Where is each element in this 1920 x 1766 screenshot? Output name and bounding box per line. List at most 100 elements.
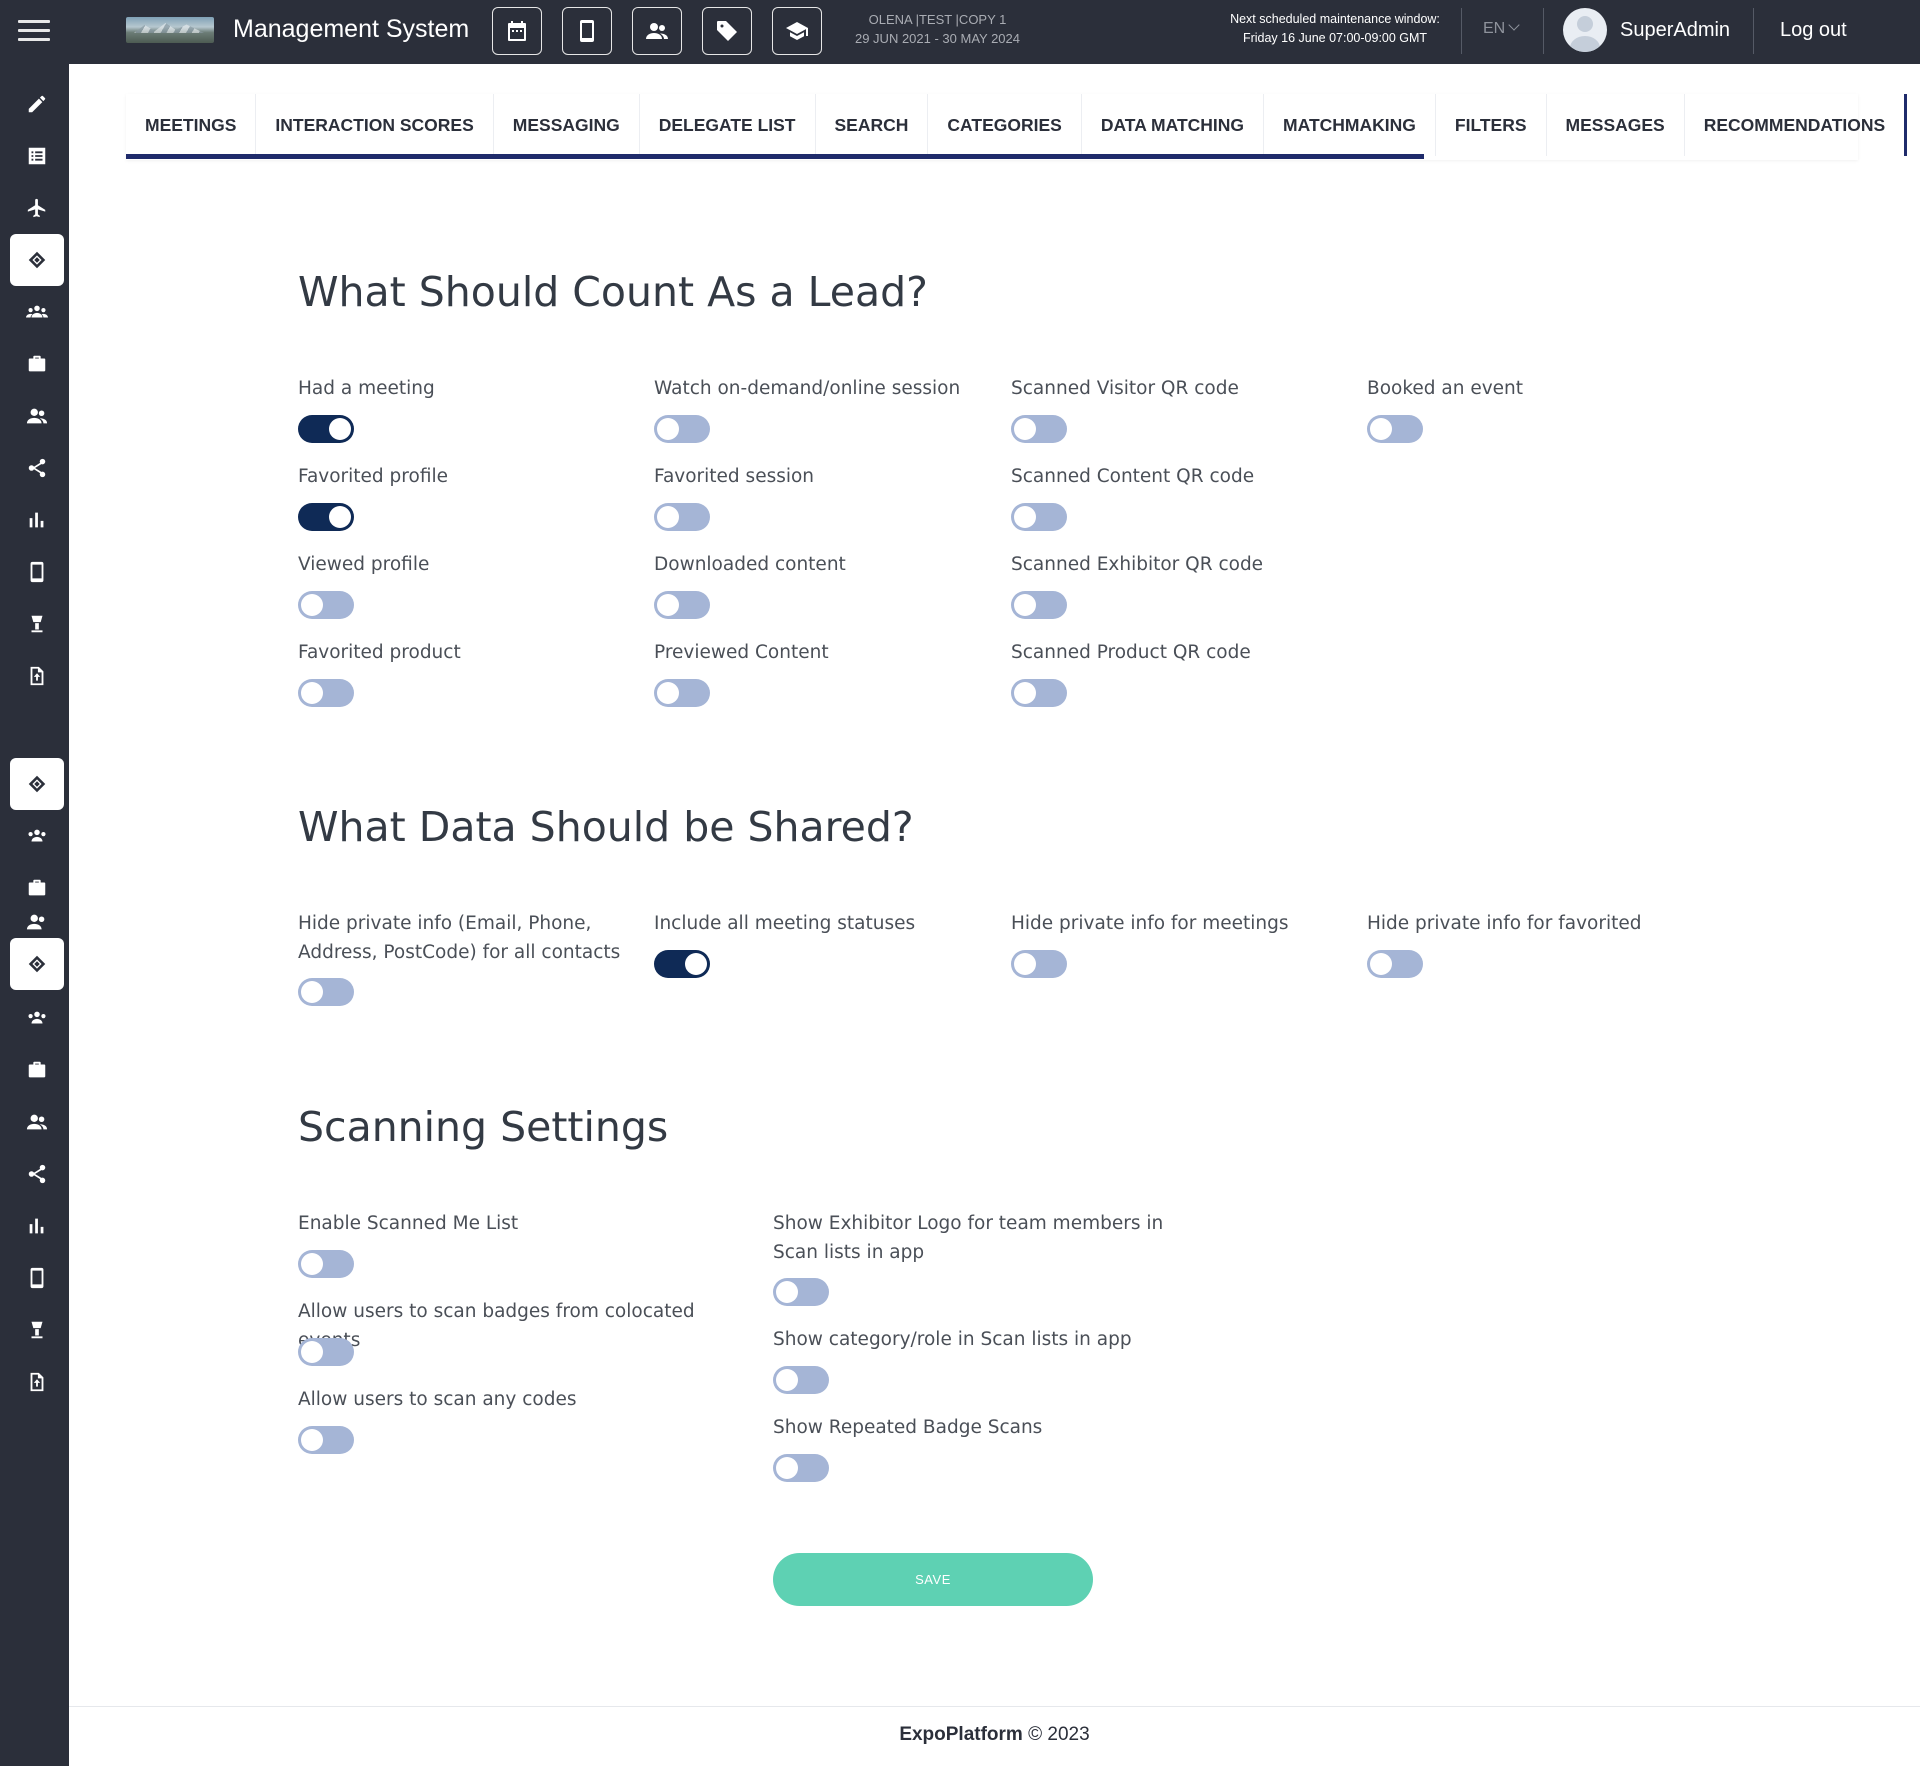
sidebar-item-exhibitors-3[interactable] [10, 1044, 64, 1096]
event-logo[interactable] [126, 17, 214, 43]
toggle-hide-private-all[interactable] [298, 978, 354, 1006]
toggle-knob [1014, 953, 1036, 975]
footer-copyright: © 2023 [1028, 1724, 1090, 1745]
calendar-button[interactable] [492, 7, 542, 55]
sidebar-item-stand[interactable] [10, 598, 64, 650]
sidebar-item-share-2[interactable] [10, 1148, 64, 1200]
toggle-knob [776, 1457, 798, 1479]
save-button[interactable]: SAVE [773, 1553, 1093, 1606]
sidebar-item-analytics[interactable] [10, 494, 64, 546]
sidebar-item-people[interactable] [10, 390, 64, 442]
toggle-include-meeting-statuses[interactable] [654, 950, 710, 978]
tags-button[interactable] [702, 7, 752, 55]
toggle-favorited-product[interactable] [298, 679, 354, 707]
username[interactable]: SuperAdmin [1620, 19, 1730, 42]
sidebar-item-people-3[interactable] [10, 1096, 64, 1148]
option-label: Scanned Visitor QR code [1011, 378, 1239, 399]
divider [1543, 8, 1544, 54]
toggle-enable-scanned-me[interactable] [298, 1250, 354, 1278]
sidebar-item-list[interactable] [10, 130, 64, 182]
education-button[interactable] [772, 7, 822, 55]
tab-interaction-scores[interactable]: INTERACTION SCORES [256, 94, 494, 156]
group-icon [26, 305, 48, 318]
sidebar-item-travel[interactable] [10, 182, 64, 234]
sidebar-item-groups-3[interactable] [10, 992, 64, 1044]
toggle-scanned-content-qr[interactable] [1011, 503, 1067, 531]
tab-categories[interactable]: CATEGORIES [928, 94, 1082, 156]
sidebar [0, 64, 69, 1766]
tab-messaging[interactable]: MESSAGING [494, 94, 640, 156]
sidebar-item-groups[interactable] [10, 286, 64, 338]
avatar[interactable] [1563, 8, 1607, 52]
mobile-icon [30, 561, 44, 583]
language-selector[interactable]: EN [1483, 19, 1520, 38]
option-label: Allow users to scan any codes [298, 1389, 577, 1410]
sidebar-item-upload-2[interactable] [10, 1356, 64, 1408]
toggle-hide-private-meetings[interactable] [1011, 950, 1067, 978]
toggle-scanned-product-qr[interactable] [1011, 679, 1067, 707]
users-button[interactable] [632, 7, 682, 55]
toggle-favorited-session[interactable] [654, 503, 710, 531]
tab-data-matching[interactable]: DATA MATCHING [1082, 94, 1265, 156]
sidebar-item-edit[interactable] [10, 78, 64, 130]
toggle-had-meeting[interactable] [298, 415, 354, 443]
option-label: Scanned Exhibitor QR code [1011, 554, 1264, 575]
toggle-show-category-role[interactable] [773, 1366, 829, 1394]
tab-delegate-list[interactable]: DELEGATE LIST [640, 94, 816, 156]
bar-chart-icon [29, 512, 44, 528]
sidebar-item-mobile[interactable] [10, 546, 64, 598]
option-label: Include all meeting statuses [654, 913, 916, 934]
tab-meetings[interactable]: MEETINGS [126, 94, 257, 156]
sidebar-item-groups-2[interactable] [10, 810, 64, 862]
toggle-knob [301, 594, 323, 616]
toggle-scan-any-codes[interactable] [298, 1426, 354, 1454]
menu-icon[interactable] [18, 20, 50, 44]
toggle-favorited-profile[interactable] [298, 503, 354, 531]
group-icon [28, 829, 46, 842]
sidebar-item-upload[interactable] [10, 650, 64, 702]
toggle-knob [301, 981, 323, 1003]
toggle-show-repeated-scans[interactable] [773, 1454, 829, 1482]
bar-chart-icon [29, 1218, 44, 1234]
section-title-lead: What Should Count As a Lead? [298, 268, 928, 316]
footer-brand[interactable]: ExpoPlatform [899, 1724, 1023, 1745]
list-icon [28, 147, 46, 165]
sidebar-item-stand-2[interactable] [10, 1304, 64, 1356]
toggle-downloaded-content[interactable] [654, 591, 710, 619]
sidebar-item-share[interactable] [10, 442, 64, 494]
sidebar-item-analytics-2[interactable] [10, 1200, 64, 1252]
toggle-hide-private-favorited[interactable] [1367, 950, 1423, 978]
logout-link[interactable]: Log out [1780, 19, 1847, 42]
app-title: Management System [233, 15, 470, 43]
toggle-viewed-profile[interactable] [298, 591, 354, 619]
option-label: Favorited product [298, 642, 461, 663]
option-label: Viewed profile [298, 554, 430, 575]
sidebar-item-leads-2[interactable] [10, 758, 64, 810]
group-icon [28, 1011, 46, 1024]
tab-search[interactable]: SEARCH [816, 94, 929, 156]
divider [1753, 8, 1754, 54]
file-upload-icon [30, 1372, 44, 1392]
sidebar-item-leads-3[interactable] [10, 938, 64, 990]
tab-matchmaking[interactable]: MATCHMAKING [1264, 94, 1436, 156]
sidebar-item-leads[interactable] [10, 234, 64, 286]
toggle-scan-colocated[interactable] [298, 1338, 354, 1366]
chevron-down-icon [1508, 19, 1520, 31]
toggle-scanned-exhibitor-qr[interactable] [1011, 591, 1067, 619]
tab-messages[interactable]: MESSAGES [1547, 94, 1685, 156]
event-name: OLENA |TEST |COPY 1 [868, 12, 1007, 27]
tab-filters[interactable]: FILTERS [1436, 94, 1547, 156]
option-label: Show category/role in Scan lists in app [773, 1329, 1132, 1350]
toggle-scanned-visitor-qr[interactable] [1011, 415, 1067, 443]
sidebar-item-exhibitors[interactable] [10, 338, 64, 390]
toggle-booked-event[interactable] [1367, 415, 1423, 443]
sidebar-item-people-2[interactable] [10, 904, 64, 940]
toggle-watch-session[interactable] [654, 415, 710, 443]
section-title-shared: What Data Should be Shared? [298, 803, 914, 851]
toggle-previewed-content[interactable] [654, 679, 710, 707]
mobile-app-button[interactable] [562, 7, 612, 55]
top-bar: Management System OLENA |TEST |COPY 1 29… [0, 0, 1920, 64]
tab-recommendations[interactable]: RECOMMENDATIONS [1685, 94, 1908, 156]
sidebar-item-mobile-2[interactable] [10, 1252, 64, 1304]
toggle-show-exhibitor-logo[interactable] [773, 1278, 829, 1306]
